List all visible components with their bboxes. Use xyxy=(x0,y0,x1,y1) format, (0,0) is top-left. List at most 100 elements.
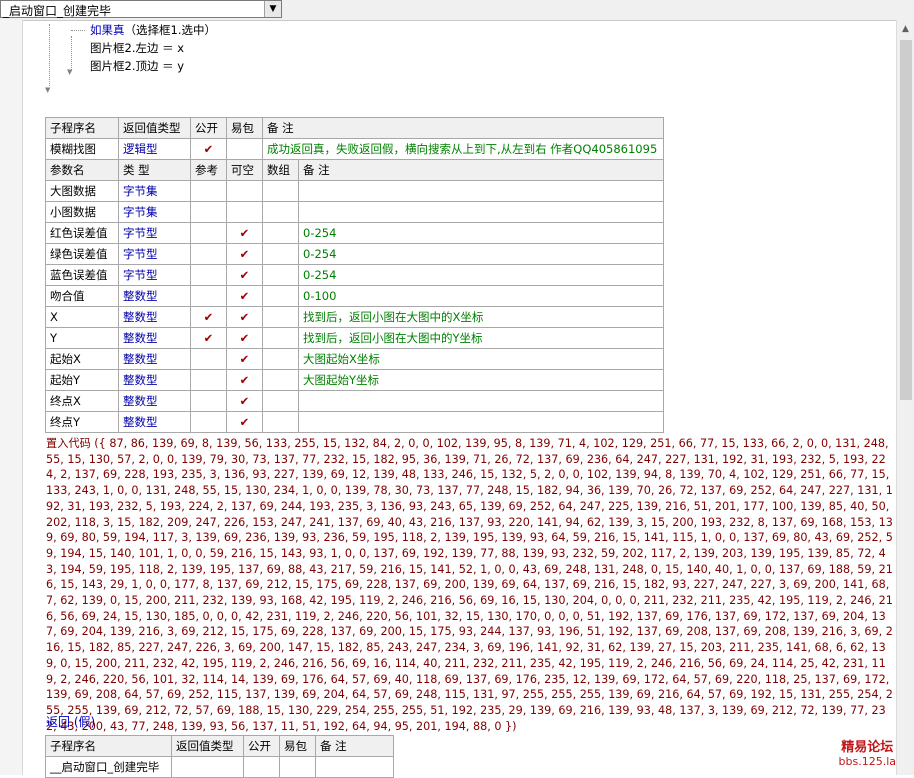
param-type[interactable]: 整数型 xyxy=(118,411,191,433)
param-array-cell[interactable] xyxy=(262,348,299,370)
param-row[interactable]: X 整数型 ✔ ✔ 找到后，返回小图在大图中的X坐标 xyxy=(45,306,664,328)
subroutine-row[interactable]: 模糊找图 逻辑型 ✔ 成功返回真，失败返回假，横向搜索从上到下,从左到右 作者Q… xyxy=(45,138,664,160)
code-line-if[interactable]: 如果真（选择框1.选中） xyxy=(90,22,216,38)
param-type[interactable]: 整数型 xyxy=(118,348,191,370)
param-nullable-check-icon[interactable]: ✔ xyxy=(226,306,263,328)
subroutine-name[interactable]: 模糊找图 xyxy=(45,138,119,160)
param-remark[interactable]: 找到后，返回小图在大图中的X坐标 xyxy=(298,306,664,328)
param-type[interactable]: 整数型 xyxy=(118,285,191,307)
return-type[interactable] xyxy=(171,756,244,778)
param-remark[interactable]: 0-100 xyxy=(298,285,664,307)
param-ref-check-icon[interactable] xyxy=(190,201,227,223)
param-name[interactable]: 小图数据 xyxy=(45,201,119,223)
param-array-cell[interactable] xyxy=(262,264,299,286)
param-array-cell[interactable] xyxy=(262,180,299,202)
param-type[interactable]: 整数型 xyxy=(118,390,191,412)
param-type[interactable]: 整数型 xyxy=(118,369,191,391)
code-line-top[interactable]: 图片框2.顶边 ＝ y xyxy=(90,58,184,74)
param-remark[interactable]: 大图起始Y坐标 xyxy=(298,369,664,391)
param-remark[interactable]: 0-254 xyxy=(298,222,664,244)
return-type[interactable]: 逻辑型 xyxy=(118,138,191,160)
param-type[interactable]: 整数型 xyxy=(118,327,191,349)
remark-cell[interactable] xyxy=(315,756,394,778)
param-ref-check-icon[interactable] xyxy=(190,180,227,202)
param-ref-check-icon[interactable]: ✔ xyxy=(190,327,227,349)
param-name[interactable]: X xyxy=(45,306,119,328)
param-name[interactable]: 大图数据 xyxy=(45,180,119,202)
param-row[interactable]: 小图数据 字节集 xyxy=(45,201,664,223)
subroutine-name[interactable]: __启动窗口_创建完毕 xyxy=(45,756,172,778)
param-remark[interactable]: 0-254 xyxy=(298,264,664,286)
scroll-up-icon[interactable]: ▲ xyxy=(897,20,914,37)
param-nullable-check-icon[interactable]: ✔ xyxy=(226,390,263,412)
embed-code[interactable]: 置入代码 ({ 87, 86, 139, 69, 8, 139, 56, 133… xyxy=(46,436,894,734)
param-nullable-check-icon[interactable]: ✔ xyxy=(226,243,263,265)
chevron-down-icon[interactable]: ▼ xyxy=(264,1,281,17)
param-ref-check-icon[interactable] xyxy=(190,348,227,370)
param-remark[interactable] xyxy=(298,390,664,412)
param-type[interactable]: 整数型 xyxy=(118,306,191,328)
param-ref-check-icon[interactable] xyxy=(190,369,227,391)
public-check-icon[interactable]: ✔ xyxy=(190,138,227,160)
public-cell[interactable] xyxy=(243,756,280,778)
param-name[interactable]: 终点Y xyxy=(45,411,119,433)
param-nullable-check-icon[interactable]: ✔ xyxy=(226,348,263,370)
param-array-cell[interactable] xyxy=(262,327,299,349)
param-array-cell[interactable] xyxy=(262,369,299,391)
param-row[interactable]: 终点X 整数型 ✔ xyxy=(45,390,664,412)
param-row[interactable]: 起始X 整数型 ✔ 大图起始X坐标 xyxy=(45,348,664,370)
param-array-cell[interactable] xyxy=(262,390,299,412)
param-row[interactable]: 绿色误差值 字节型 ✔ 0-254 xyxy=(45,243,664,265)
param-name[interactable]: 绿色误差值 xyxy=(45,243,119,265)
param-row[interactable]: 蓝色误差值 字节型 ✔ 0-254 xyxy=(45,264,664,286)
param-nullable-check-icon[interactable]: ✔ xyxy=(226,369,263,391)
param-ref-check-icon[interactable] xyxy=(190,264,227,286)
param-name[interactable]: 终点X xyxy=(45,390,119,412)
param-array-cell[interactable] xyxy=(262,201,299,223)
subroutine-combo[interactable]: _启动窗口_创建完毕 ▼ xyxy=(0,0,282,18)
param-nullable-check-icon[interactable]: ✔ xyxy=(226,285,263,307)
param-ref-check-icon[interactable] xyxy=(190,390,227,412)
param-ref-check-icon[interactable] xyxy=(190,285,227,307)
param-nullable-check-icon[interactable] xyxy=(226,201,263,223)
param-type[interactable]: 字节型 xyxy=(118,222,191,244)
param-name[interactable]: 蓝色误差值 xyxy=(45,264,119,286)
param-nullable-check-icon[interactable]: ✔ xyxy=(226,411,263,433)
code-line-left[interactable]: 图片框2.左边 ＝ x xyxy=(90,40,184,56)
param-nullable-check-icon[interactable]: ✔ xyxy=(226,327,263,349)
param-array-cell[interactable] xyxy=(262,285,299,307)
easy-pack-cell[interactable] xyxy=(226,138,263,160)
param-ref-check-icon[interactable] xyxy=(190,243,227,265)
param-row[interactable]: 起始Y 整数型 ✔ 大图起始Y坐标 xyxy=(45,369,664,391)
param-type[interactable]: 字节集 xyxy=(118,201,191,223)
param-ref-check-icon[interactable]: ✔ xyxy=(190,306,227,328)
param-array-cell[interactable] xyxy=(262,243,299,265)
param-name[interactable]: 起始Y xyxy=(45,369,119,391)
param-name[interactable]: 吻合值 xyxy=(45,285,119,307)
param-row[interactable]: 红色误差值 字节型 ✔ 0-254 xyxy=(45,222,664,244)
param-array-cell[interactable] xyxy=(262,222,299,244)
param-nullable-check-icon[interactable] xyxy=(226,180,263,202)
param-name[interactable]: 起始X xyxy=(45,348,119,370)
param-remark[interactable] xyxy=(298,201,664,223)
param-remark[interactable]: 大图起始X坐标 xyxy=(298,348,664,370)
param-type[interactable]: 字节集 xyxy=(118,180,191,202)
param-ref-check-icon[interactable] xyxy=(190,411,227,433)
param-name[interactable]: Y xyxy=(45,327,119,349)
subroutine-remark[interactable]: 成功返回真，失败返回假，横向搜索从上到下,从左到右 作者QQ405861095 xyxy=(262,138,664,160)
param-type[interactable]: 字节型 xyxy=(118,243,191,265)
return-statement[interactable]: 返回 (假) xyxy=(46,713,95,730)
param-remark[interactable] xyxy=(298,411,664,433)
param-remark[interactable] xyxy=(298,180,664,202)
param-nullable-check-icon[interactable]: ✔ xyxy=(226,222,263,244)
param-name[interactable]: 红色误差值 xyxy=(45,222,119,244)
param-row[interactable]: 吻合值 整数型 ✔ 0-100 xyxy=(45,285,664,307)
param-array-cell[interactable] xyxy=(262,411,299,433)
subroutine-row[interactable]: __启动窗口_创建完毕 xyxy=(45,756,394,778)
param-type[interactable]: 字节型 xyxy=(118,264,191,286)
scroll-thumb[interactable] xyxy=(900,40,912,400)
easy-pack-cell[interactable] xyxy=(279,756,316,778)
param-row[interactable]: 大图数据 字节集 xyxy=(45,180,664,202)
param-ref-check-icon[interactable] xyxy=(190,222,227,244)
param-remark[interactable]: 找到后，返回小图在大图中的Y坐标 xyxy=(298,327,664,349)
